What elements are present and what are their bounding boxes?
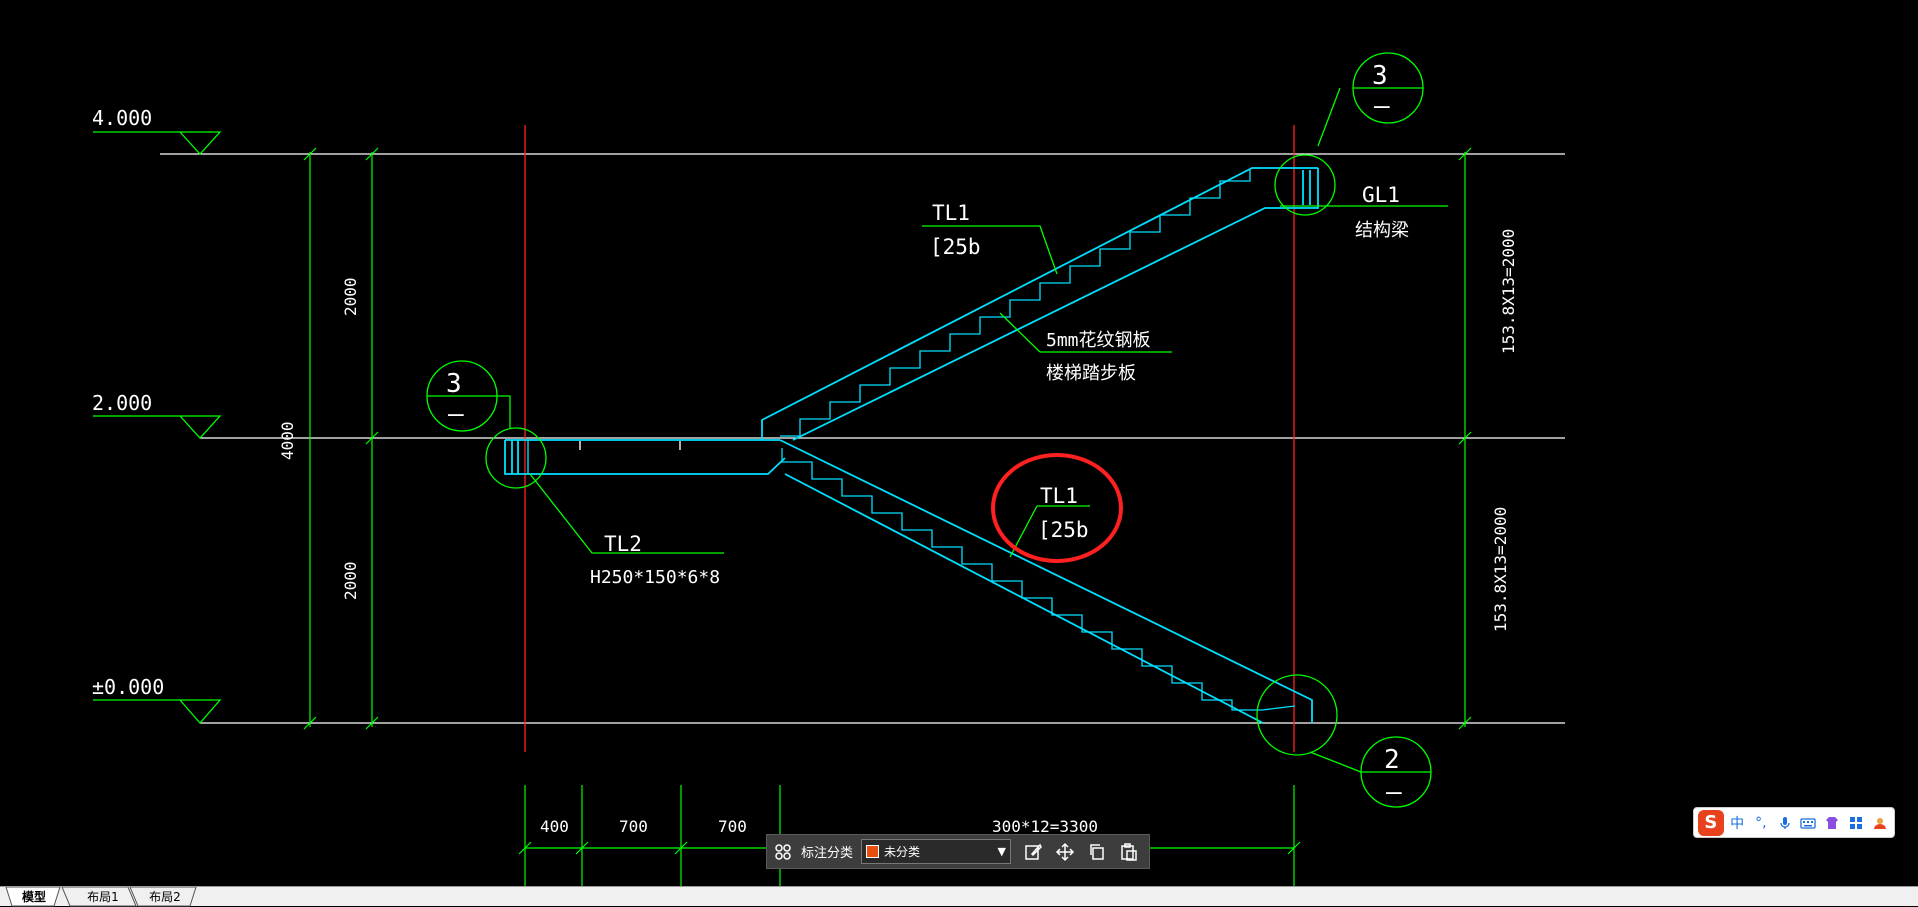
chevron-down-icon: ▼ — [997, 845, 1007, 858]
highlight-ellipse — [991, 453, 1123, 563]
toolbar-label: 标注分类 — [801, 846, 854, 861]
ime-lang-toggle[interactable]: 中 — [1727, 812, 1748, 833]
upper-flight — [761, 167, 1319, 441]
marker-2-bottom-right: 2 — [1384, 745, 1400, 775]
edit-icon[interactable] — [1017, 835, 1049, 868]
dim-4000: 4000 — [278, 421, 297, 460]
label-tl2: TL2 — [604, 532, 642, 556]
landing-beam — [504, 439, 786, 475]
dim-stairs-lower: 153.8X13=2000 — [1491, 507, 1510, 632]
tab-model[interactable]: 模型 — [14, 887, 54, 906]
label-tl2-section: H250*150*6*8 — [590, 567, 720, 588]
label-gl1: GL1 — [1362, 183, 1400, 207]
user-avatar-icon[interactable] — [1869, 812, 1890, 833]
ime-toolbar: S 中 °, — [1693, 807, 1895, 838]
dim-700-a: 700 — [619, 817, 648, 836]
layout-tab-bar: 模型 布局1 布局2 — [0, 886, 1918, 907]
level-0000: ±0.000 — [92, 675, 164, 699]
copy-icon[interactable] — [1081, 835, 1113, 868]
marker-3-top-right: 3 — [1372, 61, 1388, 91]
label-tl1-upper: TL1 — [932, 201, 970, 225]
label-gl1-desc: 结构梁 — [1355, 220, 1409, 241]
move-icon[interactable] — [1049, 835, 1081, 868]
marker-dash-top-right: – — [1374, 91, 1390, 121]
skin-icon[interactable] — [1822, 812, 1843, 833]
toolbox-grid-icon[interactable] — [1845, 812, 1866, 833]
microphone-icon[interactable] — [1774, 812, 1795, 833]
drawing-canvas[interactable]: 4.000 2.000 ±0.000 4000 2000 2000 153.8X… — [0, 0, 1918, 886]
grid-icon[interactable] — [767, 835, 799, 868]
marker-3-left: 3 — [446, 369, 462, 399]
dim-2000-upper: 2000 — [341, 277, 360, 316]
marker-dash-bottom-right: – — [1386, 777, 1402, 807]
paste-icon[interactable] — [1113, 835, 1145, 868]
ime-logo-icon[interactable]: S — [1698, 809, 1724, 836]
level-markers — [93, 131, 222, 724]
label-plate-line1: 5mm花纹钢板 — [1046, 330, 1151, 351]
detail-circles — [426, 52, 1448, 808]
ime-punct-toggle[interactable]: °, — [1750, 812, 1771, 833]
category-color-swatch — [866, 845, 880, 858]
label-tl1-lower: TL1 — [1040, 484, 1078, 508]
lower-flight — [779, 439, 1313, 724]
dim-400: 400 — [540, 817, 569, 836]
keyboard-icon[interactable] — [1798, 812, 1819, 833]
level-4000: 4.000 — [92, 106, 152, 130]
category-value: 未分类 — [884, 845, 921, 859]
marker-dash-left: – — [448, 399, 464, 429]
tab-layout1[interactable]: 布局1 — [78, 887, 128, 906]
label-tl1-upper-section: [25b — [930, 235, 981, 259]
label-tl1-lower-section: [25b — [1038, 518, 1089, 542]
landing-ticks — [579, 441, 681, 450]
dim-700-b: 700 — [718, 817, 747, 836]
category-dropdown[interactable]: 未分类 ▼ — [861, 839, 1012, 864]
dim-2000-lower: 2000 — [341, 561, 360, 600]
tab-layout2[interactable]: 布局2 — [140, 887, 190, 906]
level-2000: 2.000 — [92, 391, 152, 415]
label-plate-line2: 楼梯踏步板 — [1046, 363, 1136, 384]
annotation-toolbar: 标注分类 未分类 ▼ — [766, 834, 1150, 869]
dim-stairs-upper: 153.8X13=2000 — [1499, 229, 1518, 354]
